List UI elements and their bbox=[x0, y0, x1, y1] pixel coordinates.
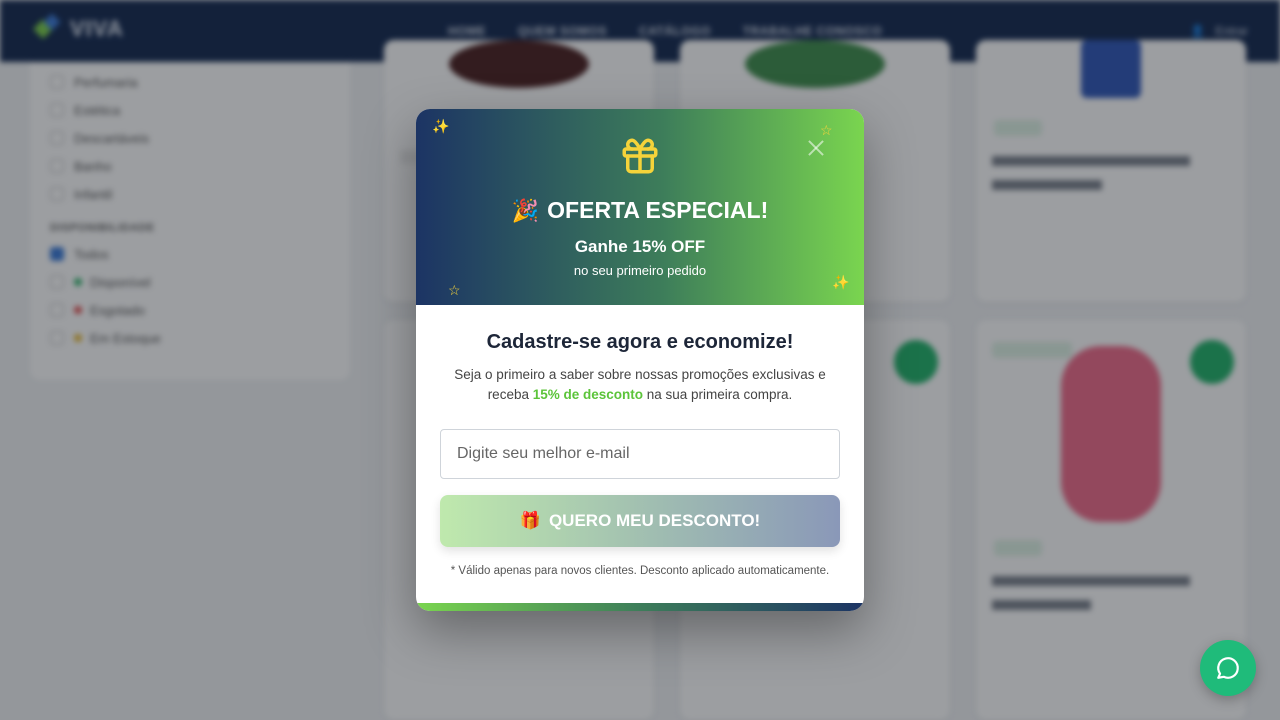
close-modal-button[interactable] bbox=[805, 137, 827, 159]
terms-note: * Válido apenas para novos clientes. Des… bbox=[450, 565, 830, 577]
discount-subheadline-small: no seu primeiro pedido bbox=[573, 263, 707, 278]
star-icon: ☆ bbox=[448, 282, 461, 298]
discount-subheadline: Ganhe 15% OFF bbox=[574, 237, 706, 256]
cta-label: QUERO MEU DESCONTO! bbox=[548, 511, 761, 530]
modal-header: ✨ ☆ ✨ ☆ 🎉 OFERTA ESPECIAL! Ganhe 15% OFF… bbox=[416, 109, 864, 305]
modal-footer-bar bbox=[416, 603, 864, 611]
signup-title: Cadastre-se agora e economize! bbox=[486, 331, 794, 353]
party-popper-icon: 🎉 bbox=[511, 197, 540, 223]
promo-modal: ✨ ☆ ✨ ☆ 🎉 OFERTA ESPECIAL! Ganhe 15% OFF… bbox=[416, 109, 864, 611]
offer-headline: 🎉 OFERTA ESPECIAL! bbox=[416, 197, 864, 224]
email-input[interactable] bbox=[440, 429, 840, 479]
sparkle-icon: ✨ bbox=[432, 118, 450, 134]
description-text-end: na sua primeira compra. bbox=[643, 387, 793, 402]
star-icon: ☆ bbox=[820, 122, 833, 138]
get-discount-button[interactable]: 🎁 QUERO MEU DESCONTO! bbox=[440, 495, 840, 547]
gift-emoji-icon: 🎁 bbox=[519, 511, 541, 530]
signup-description: Seja o primeiro a saber sobre nossas pro… bbox=[446, 365, 834, 405]
whatsapp-chat-button[interactable] bbox=[1200, 640, 1256, 696]
chat-bubble-icon bbox=[1217, 657, 1239, 679]
gift-icon bbox=[622, 138, 658, 174]
headline-text: OFERTA ESPECIAL! bbox=[547, 197, 769, 223]
discount-highlight: 15% de desconto bbox=[532, 387, 643, 402]
